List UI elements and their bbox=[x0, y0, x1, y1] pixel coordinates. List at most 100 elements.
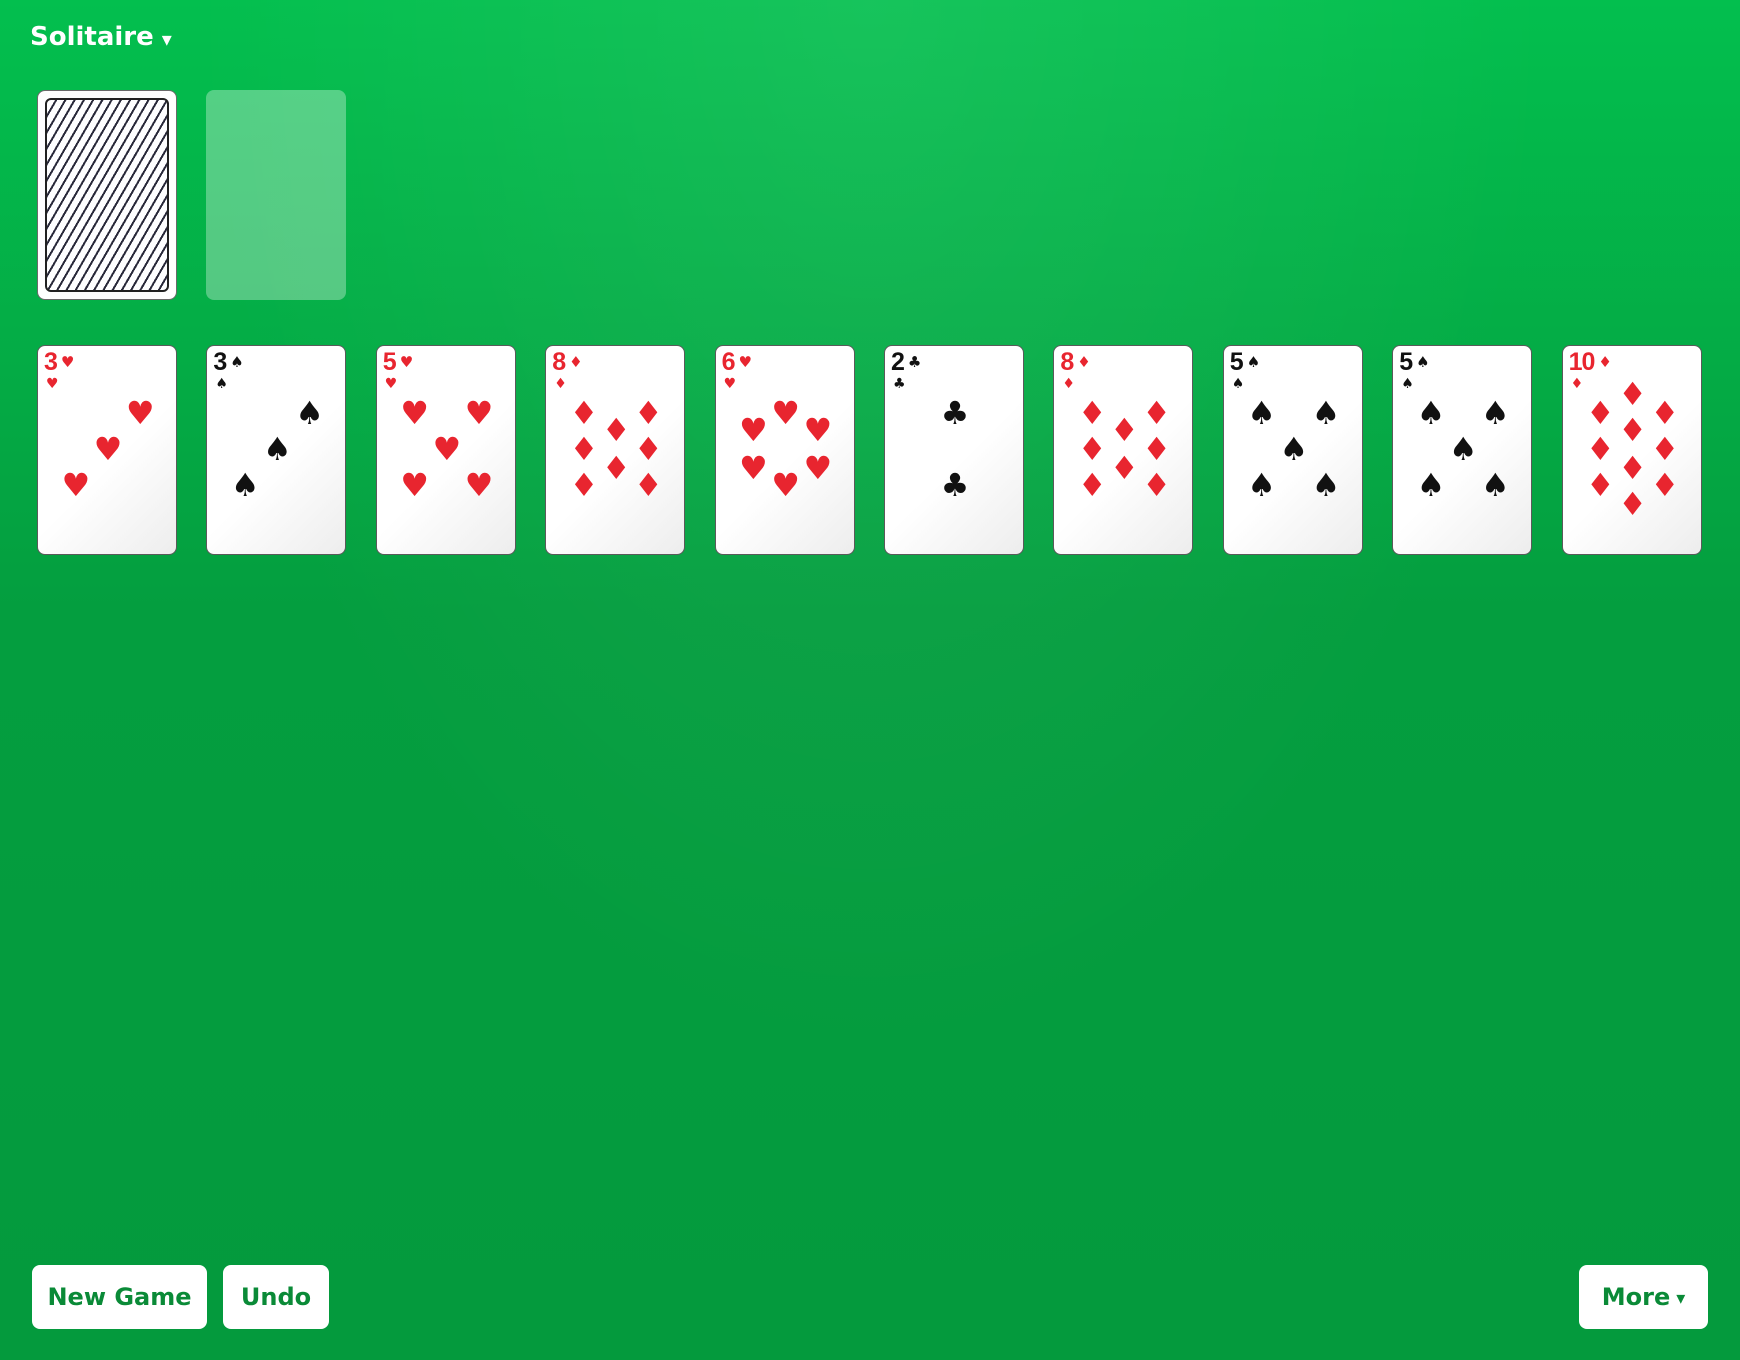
spade-pip-icon: ♠ bbox=[230, 465, 260, 504]
suit-icon: ♣ bbox=[893, 376, 906, 392]
card-rank: 10 bbox=[1568, 348, 1596, 376]
spade-pip-icon: ♠ bbox=[295, 394, 324, 433]
heart-pip-icon: ♥ bbox=[739, 448, 768, 487]
diamond-pip-icon: ♦ bbox=[1077, 394, 1107, 433]
chevron-down-icon: ▾ bbox=[1676, 1287, 1686, 1309]
diamond-pip-icon: ♦ bbox=[1650, 394, 1680, 433]
diamond-pip-icon: ♦ bbox=[1077, 465, 1107, 504]
card-corner-index: 3 ♥ ♥ bbox=[44, 348, 74, 392]
tableau-card-5-spades[interactable]: 5 ♠ ♠ ♠ ♠ ♠ ♠ ♠ bbox=[1392, 345, 1533, 555]
card-rank: 8 bbox=[552, 348, 566, 376]
diamond-pip-icon: ♦ bbox=[1618, 411, 1647, 450]
suit-icon: ♦ bbox=[1077, 353, 1091, 371]
heart-pip-icon: ♥ bbox=[803, 448, 833, 487]
heart-pip-icon: ♥ bbox=[739, 411, 768, 450]
suit-icon: ♠ bbox=[1416, 353, 1430, 371]
diamond-pip-icon: ♦ bbox=[1618, 448, 1647, 487]
spade-pip-icon: ♠ bbox=[1481, 465, 1510, 504]
more-label: More bbox=[1601, 1283, 1671, 1311]
heart-pip-icon: ♥ bbox=[464, 394, 494, 433]
diamond-pip-icon: ♦ bbox=[1650, 430, 1680, 468]
card-corner-index: 6 ♥ ♥ bbox=[721, 348, 752, 392]
suit-icon: ♠ bbox=[230, 353, 244, 371]
diamond-pip-icon: ♦ bbox=[1077, 430, 1107, 468]
undo-button[interactable]: Undo bbox=[223, 1265, 329, 1329]
tableau-card-5-spades[interactable]: 5 ♠ ♠ ♠ ♠ ♠ ♠ ♠ bbox=[1222, 345, 1363, 555]
spade-pip-icon: ♠ bbox=[1448, 430, 1478, 468]
card-rank: 6 bbox=[721, 348, 736, 376]
spade-pip-icon: ♠ bbox=[1416, 465, 1446, 504]
suit-icon: ♥ bbox=[399, 353, 414, 371]
diamond-pip-icon: ♦ bbox=[1142, 465, 1171, 504]
more-button[interactable]: More ▾ bbox=[1579, 1265, 1708, 1329]
tableau-card-3-hearts[interactable]: 3 ♥ ♥ ♥ ♥ ♥ bbox=[37, 345, 177, 555]
club-pip-icon: ♣ bbox=[940, 465, 970, 504]
tableau-card-5-hearts[interactable]: 5 ♥ ♥ ♥ ♥ ♥ ♥ ♥ bbox=[375, 345, 516, 555]
tableau-card-2-clubs[interactable]: 2 ♣ ♣ ♣ ♣ bbox=[884, 345, 1024, 555]
spade-pip-icon: ♠ bbox=[1311, 465, 1341, 504]
diamond-pip-icon: ♦ bbox=[1142, 394, 1171, 433]
heart-pip-icon: ♥ bbox=[93, 430, 123, 468]
tableau-card-6-hearts[interactable]: 6 ♥ ♥ ♥ ♥ ♥ ♥ ♥ ♥ bbox=[714, 345, 855, 555]
suit-icon: ♠ bbox=[1401, 376, 1414, 392]
spade-pip-icon: ♠ bbox=[263, 430, 292, 468]
card-back bbox=[45, 98, 169, 292]
game-selector[interactable]: Solitaire ▾ bbox=[30, 22, 172, 52]
tableau-card-8-diamonds[interactable]: 8 ♦ ♦ ♦ ♦ ♦ ♦ ♦ ♦ ♦ ♦ bbox=[1053, 345, 1194, 555]
suit-icon: ♦ bbox=[554, 376, 567, 392]
suit-icon: ♥ bbox=[738, 353, 752, 371]
suit-icon: ♥ bbox=[723, 376, 737, 392]
suit-icon: ♠ bbox=[1246, 353, 1261, 371]
heart-pip-icon: ♥ bbox=[771, 394, 800, 433]
card-corner-index: 8 ♦ ♦ bbox=[1060, 348, 1091, 392]
card-corner-index: 8 ♦ ♦ bbox=[552, 348, 582, 392]
diamond-pip-icon: ♦ bbox=[634, 465, 663, 504]
card-rank: 3 bbox=[44, 348, 58, 376]
suit-icon: ♦ bbox=[1570, 376, 1584, 392]
card-corner-index: 5 ♠ ♠ bbox=[1230, 350, 1261, 392]
heart-pip-icon: ♥ bbox=[771, 465, 800, 504]
undo-label: Undo bbox=[240, 1283, 312, 1311]
diamond-pip-icon: ♦ bbox=[1586, 430, 1615, 468]
new-game-label: New Game bbox=[47, 1283, 192, 1311]
spade-pip-icon: ♠ bbox=[1279, 430, 1309, 468]
card-corner-index: 3 ♠ ♠ bbox=[213, 348, 244, 392]
card-rank: 8 bbox=[1060, 348, 1074, 376]
stock-pile[interactable] bbox=[37, 90, 177, 300]
suit-icon: ♣ bbox=[907, 353, 922, 371]
diamond-pip-icon: ♦ bbox=[634, 394, 663, 433]
new-game-button[interactable]: New Game bbox=[32, 1265, 207, 1329]
card-corner-index: 5 ♥ ♥ bbox=[383, 350, 414, 392]
game-title: Solitaire bbox=[30, 22, 154, 52]
tableau-card-8-diamonds[interactable]: 8 ♦ ♦ ♦ ♦ ♦ ♦ ♦ ♦ ♦ ♦ bbox=[545, 345, 686, 555]
card-corner-index: 2 ♣ ♣ bbox=[891, 348, 922, 392]
waste-pile[interactable] bbox=[206, 90, 346, 300]
diamond-pip-icon: ♦ bbox=[1618, 375, 1647, 414]
spade-pip-icon: ♠ bbox=[1247, 465, 1276, 504]
heart-pip-icon: ♥ bbox=[432, 430, 462, 468]
diamond-pip-icon: ♦ bbox=[1110, 448, 1139, 487]
card-corner-index: 5 ♠ ♠ bbox=[1399, 350, 1430, 392]
diamond-pip-icon: ♦ bbox=[569, 394, 599, 433]
heart-pip-icon: ♥ bbox=[125, 394, 155, 433]
diamond-pip-icon: ♦ bbox=[1110, 411, 1139, 450]
suit-icon: ♦ bbox=[1598, 353, 1612, 371]
diamond-pip-icon: ♦ bbox=[1142, 430, 1171, 468]
card-rank: 3 bbox=[213, 348, 227, 376]
spade-pip-icon: ♠ bbox=[1481, 394, 1510, 433]
tableau: 3 ♥ ♥ ♥ ♥ ♥ 3 ♠ ♠ ♠ ♠ ♠ 5 ♥ ♥ ♥ ♥ ♥ ♥ ♥ 8 ♦ bbox=[37, 345, 1703, 555]
spade-pip-icon: ♠ bbox=[1247, 394, 1276, 433]
heart-pip-icon: ♥ bbox=[61, 465, 91, 504]
heart-pip-icon: ♥ bbox=[400, 465, 429, 504]
suit-icon: ♥ bbox=[384, 376, 398, 392]
spade-pip-icon: ♠ bbox=[1311, 394, 1341, 433]
tableau-card-3-spades[interactable]: 3 ♠ ♠ ♠ ♠ ♠ bbox=[206, 345, 347, 555]
tableau-card-10-diamonds[interactable]: 10 ♦ ♦ ♦ ♦ ♦ ♦ ♦ ♦ ♦ ♦ ♦ ♦ bbox=[1561, 345, 1702, 555]
card-rank: 2 bbox=[891, 348, 905, 376]
suit-icon: ♦ bbox=[1062, 376, 1075, 392]
chevron-down-icon: ▾ bbox=[161, 26, 172, 51]
club-pip-icon: ♣ bbox=[940, 394, 970, 433]
diamond-pip-icon: ♦ bbox=[569, 430, 599, 468]
suit-icon: ♠ bbox=[215, 376, 228, 392]
diamond-pip-icon: ♦ bbox=[601, 448, 631, 487]
